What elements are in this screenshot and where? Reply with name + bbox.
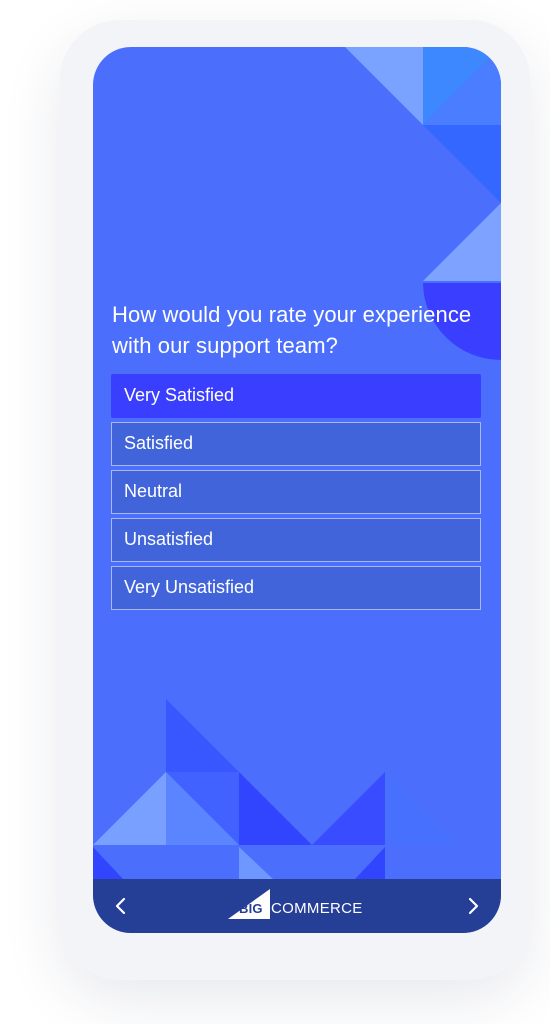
bigcommerce-logo: BIG COMMERCE	[228, 889, 363, 923]
phone-screen: How would you rate your experience with …	[93, 47, 501, 933]
option-unsatisfied[interactable]: Unsatisfied	[111, 518, 481, 562]
deco-triangle	[312, 772, 385, 845]
option-very-unsatisfied[interactable]: Very Unsatisfied	[111, 566, 481, 610]
deco-triangle	[239, 772, 312, 845]
chevron-left-icon	[115, 897, 126, 915]
deco-triangle	[93, 772, 166, 845]
stage: How would you rate your experience with …	[0, 0, 550, 1024]
deco-triangle	[239, 847, 273, 879]
deco-triangle	[355, 847, 385, 879]
answer-options: Very Satisfied Satisfied Neutral Unsatis…	[111, 374, 481, 614]
bottom-nav-bar: BIG COMMERCE	[93, 879, 501, 933]
previous-button[interactable]	[97, 879, 145, 933]
chevron-right-icon	[468, 897, 479, 915]
deco-triangle	[423, 125, 501, 203]
deco-triangle	[423, 203, 501, 281]
deco-triangle	[166, 699, 239, 772]
option-satisfied[interactable]: Satisfied	[111, 422, 481, 466]
option-very-satisfied[interactable]: Very Satisfied	[111, 374, 481, 418]
deco-triangle	[345, 47, 423, 125]
option-neutral[interactable]: Neutral	[111, 470, 481, 514]
bigcommerce-mark-icon: BIG	[228, 889, 272, 923]
deco-triangle	[93, 847, 123, 879]
survey-question: How would you rate your experience with …	[112, 302, 472, 358]
brand-big-text: BIG	[239, 901, 263, 916]
brand-commerce-text: COMMERCE	[271, 900, 363, 917]
deco-triangle	[385, 772, 458, 845]
next-button[interactable]	[449, 879, 497, 933]
